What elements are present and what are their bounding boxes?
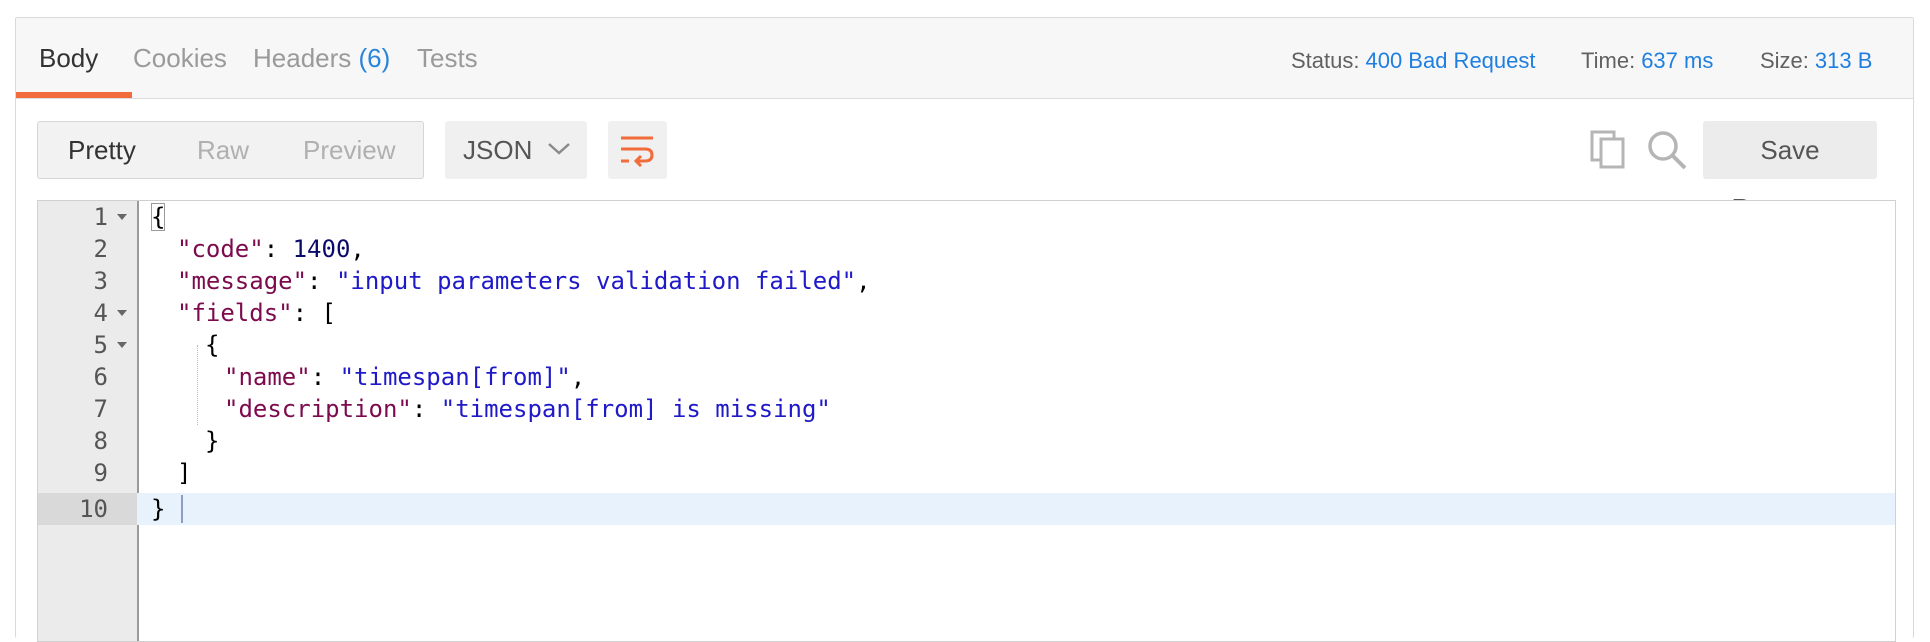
fold-toggle-icon[interactable] xyxy=(117,310,127,316)
line-number: 2 xyxy=(93,235,108,263)
json-punct: , xyxy=(570,363,586,391)
status-value[interactable]: 400 Bad Request xyxy=(1365,48,1535,73)
view-mode-preview[interactable]: Preview xyxy=(303,122,395,178)
time-label: Time: xyxy=(1581,48,1636,73)
json-number: 1400 xyxy=(292,235,351,263)
json-punct: , xyxy=(856,267,871,295)
json-punct: , xyxy=(350,235,365,263)
response-body-editor[interactable]: 1 2 3 4 5 6 7 8 9 10 { "code": 1400, "me… xyxy=(37,200,1896,642)
wrap-lines-icon xyxy=(621,136,654,167)
json-punct: : xyxy=(263,235,293,263)
size-info: Size: 313 B xyxy=(1760,48,1872,74)
code-line-7: "description": "timespan[from] is missin… xyxy=(224,393,831,425)
status-info: Status: 400 Bad Request xyxy=(1291,48,1536,74)
tab-body[interactable]: Body xyxy=(39,18,98,98)
fold-toggle-icon[interactable] xyxy=(117,342,127,348)
json-punct: : xyxy=(307,267,336,295)
line-number: 1 xyxy=(93,203,108,231)
json-key: "message" xyxy=(177,267,308,295)
response-panel: Body Cookies Headers (6) Tests Status: 40… xyxy=(15,17,1914,642)
tab-tests-label: Tests xyxy=(417,43,478,73)
line-number: 6 xyxy=(93,363,108,391)
json-brace: { xyxy=(205,331,220,359)
search-icon[interactable] xyxy=(1646,129,1688,176)
chevron-down-icon xyxy=(547,139,571,164)
active-line-highlight xyxy=(38,493,1895,525)
code-line-2: "code": 1400, xyxy=(177,233,365,265)
line-number-active: 10 xyxy=(79,495,108,523)
json-bracket: ] xyxy=(177,459,192,487)
text-cursor xyxy=(181,495,183,523)
json-brace: } xyxy=(205,427,220,455)
code-line-5: { xyxy=(205,329,219,361)
code-line-3: "message": "input parameters validation … xyxy=(177,265,871,297)
tab-headers-count: (6) xyxy=(358,43,391,73)
json-punct: : [ xyxy=(292,299,336,327)
size-label: Size: xyxy=(1760,48,1809,73)
format-select[interactable]: JSON xyxy=(445,121,587,179)
format-select-value: JSON xyxy=(463,135,533,165)
save-response-button[interactable]: Save Response xyxy=(1703,121,1877,223)
line-number: 7 xyxy=(93,395,108,423)
wrap-lines-button[interactable] xyxy=(608,121,667,179)
json-punct: : xyxy=(411,395,441,423)
tab-headers[interactable]: Headers (6) xyxy=(253,18,390,98)
json-string: "timespan[from]" xyxy=(339,363,571,391)
tab-cookies[interactable]: Cookies xyxy=(133,18,227,98)
code-line-6: "name": "timespan[from]", xyxy=(224,361,585,393)
json-brace: } xyxy=(151,495,166,523)
code-line-1: { xyxy=(151,201,166,233)
line-number: 3 xyxy=(93,267,108,295)
json-key: "code" xyxy=(177,235,264,263)
status-label: Status: xyxy=(1291,48,1360,73)
view-mode-raw[interactable]: Raw xyxy=(197,122,249,178)
active-tab-indicator xyxy=(16,92,132,98)
code-line-4: "fields": [ xyxy=(177,297,336,329)
tab-headers-label: Headers xyxy=(253,43,352,73)
response-tab-bar: Body Cookies Headers (6) Tests Status: 40… xyxy=(16,18,1913,99)
view-mode-segmented-control: Pretty Raw Preview xyxy=(37,121,424,179)
code-line-9: ] xyxy=(177,457,191,489)
fold-toggle-icon[interactable] xyxy=(117,214,127,220)
json-brace: { xyxy=(151,203,166,231)
tab-body-label: Body xyxy=(39,43,99,73)
line-number: 5 xyxy=(93,331,108,359)
code-line-10: } xyxy=(151,493,165,525)
line-number: 8 xyxy=(93,427,108,455)
json-key: "fields" xyxy=(177,299,293,327)
tab-cookies-label: Cookies xyxy=(133,43,227,73)
copy-icon[interactable] xyxy=(1589,129,1627,174)
json-punct: : xyxy=(310,363,340,391)
line-number: 9 xyxy=(93,459,108,487)
size-value[interactable]: 313 B xyxy=(1815,48,1873,73)
code-line-8: } xyxy=(205,425,219,457)
json-key: "description" xyxy=(224,395,412,423)
time-info: Time: 637 ms xyxy=(1581,48,1713,74)
tab-tests[interactable]: Tests xyxy=(417,18,478,98)
line-number: 4 xyxy=(93,299,108,327)
json-string: "timespan[from] is missing" xyxy=(440,395,831,423)
view-mode-pretty[interactable]: Pretty xyxy=(68,122,136,178)
json-string: "input parameters validation failed" xyxy=(335,267,857,295)
time-value[interactable]: 637 ms xyxy=(1641,48,1713,73)
indent-guide xyxy=(197,345,198,425)
json-key: "name" xyxy=(224,363,311,391)
